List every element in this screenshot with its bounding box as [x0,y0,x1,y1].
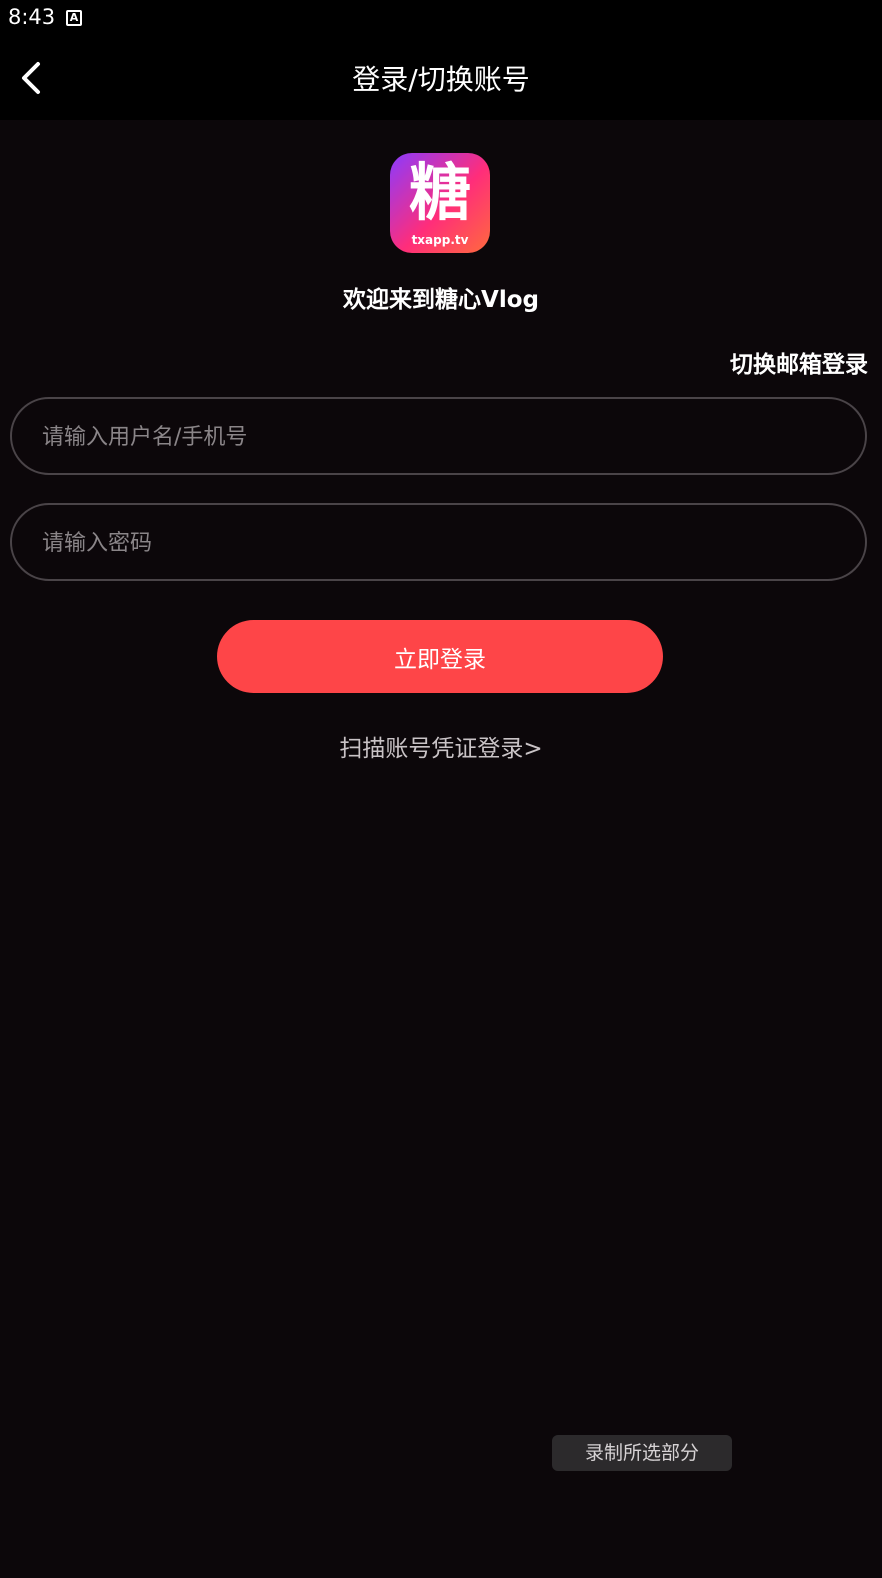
username-field-wrapper [10,397,867,475]
logo-char: 糖 [408,156,471,229]
username-input[interactable] [40,399,834,475]
page-title: 登录/切换账号 [352,63,530,96]
login-button[interactable]: 立即登录 [217,620,663,693]
status-time: 8:43 [8,5,56,29]
accessibility-a-icon: A [66,10,82,26]
record-selection-toast[interactable]: 录制所选部分 [552,1435,732,1471]
welcome-text: 欢迎来到糖心Vlog [343,287,539,313]
password-input[interactable] [40,505,834,581]
status-bar: 8:43 A [0,0,882,38]
logo-subtitle: txapp.tv [411,233,469,247]
password-field-wrapper [10,503,867,581]
title-bar: 登录/切换账号 [0,38,882,120]
app-logo: 糖 txapp.tv [390,153,490,253]
switch-email-login-link[interactable]: 切换邮箱登录 [730,345,868,379]
scan-credential-login-link[interactable]: 扫描账号凭证登录> [0,729,882,763]
